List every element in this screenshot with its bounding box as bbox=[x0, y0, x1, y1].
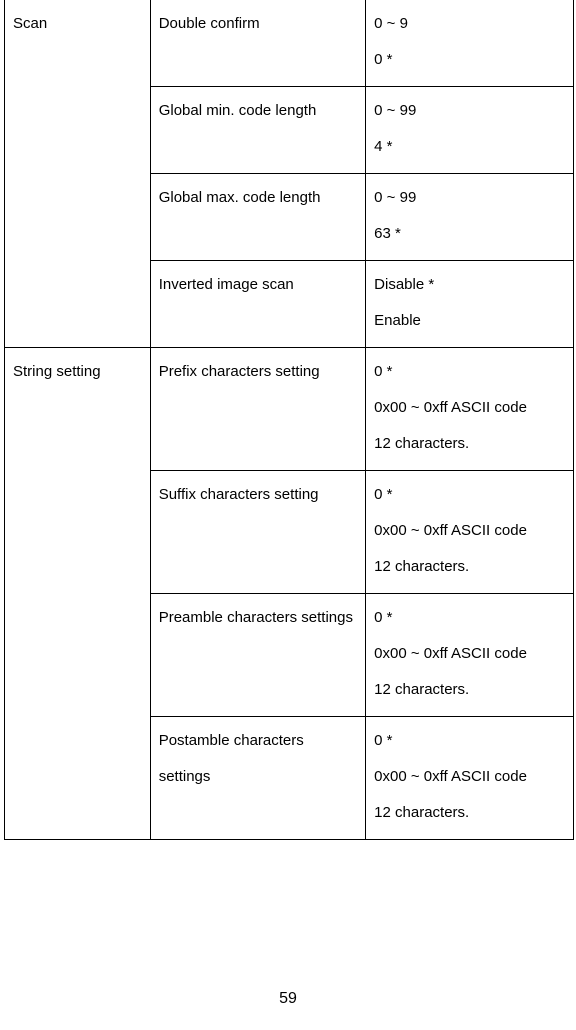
parameter-label: Suffix characters setting bbox=[159, 486, 319, 503]
category-label: Scan bbox=[13, 15, 47, 32]
option-value: 0 * bbox=[374, 354, 565, 390]
option-value: 12 characters. bbox=[374, 795, 565, 831]
parameter-label: Postamble characters settings bbox=[159, 732, 304, 785]
option-value: 0 ~ 99 bbox=[374, 93, 565, 129]
parameter-cell: Global min. code length bbox=[150, 87, 365, 174]
category-label: String setting bbox=[13, 363, 101, 380]
options-cell: Disable * Enable bbox=[366, 261, 574, 348]
parameter-cell: Inverted image scan bbox=[150, 261, 365, 348]
page-content: Scan Double confirm 0 ~ 9 0 * Global min… bbox=[0, 0, 576, 840]
options-cell: 0 * 0x00 ~ 0xff ASCII code 12 characters… bbox=[366, 717, 574, 840]
option-value: 4 * bbox=[374, 129, 565, 165]
settings-table: Scan Double confirm 0 ~ 9 0 * Global min… bbox=[4, 0, 574, 840]
option-value: 0 * bbox=[374, 42, 565, 78]
parameter-cell: Suffix characters setting bbox=[150, 471, 365, 594]
options-cell: 0 ~ 9 0 * bbox=[366, 0, 574, 87]
option-value: 0x00 ~ 0xff ASCII code bbox=[374, 390, 565, 426]
option-value: 12 characters. bbox=[374, 672, 565, 708]
option-value: 0 ~ 99 bbox=[374, 180, 565, 216]
parameter-cell: Prefix characters setting bbox=[150, 348, 365, 471]
category-cell: Scan bbox=[5, 0, 151, 348]
option-value: 12 characters. bbox=[374, 426, 565, 462]
parameter-cell: Double confirm bbox=[150, 0, 365, 87]
option-value: 0 * bbox=[374, 477, 565, 513]
option-value: 0x00 ~ 0xff ASCII code bbox=[374, 759, 565, 795]
parameter-label: Global max. code length bbox=[159, 189, 321, 206]
parameter-cell: Postamble characters settings bbox=[150, 717, 365, 840]
options-cell: 0 ~ 99 4 * bbox=[366, 87, 574, 174]
parameter-label: Inverted image scan bbox=[159, 276, 294, 293]
option-value: 63 * bbox=[374, 216, 565, 252]
parameter-cell: Preamble characters settings bbox=[150, 594, 365, 717]
parameter-label: Double confirm bbox=[159, 15, 260, 32]
option-value: Enable bbox=[374, 303, 565, 339]
table-row: Scan Double confirm 0 ~ 9 0 * bbox=[5, 0, 574, 87]
option-value: 0x00 ~ 0xff ASCII code bbox=[374, 513, 565, 549]
option-value: Disable * bbox=[374, 267, 565, 303]
parameter-label: Prefix characters setting bbox=[159, 363, 320, 380]
parameter-label: Global min. code length bbox=[159, 102, 317, 119]
options-cell: 0 * 0x00 ~ 0xff ASCII code 12 characters… bbox=[366, 594, 574, 717]
option-value: 0 ~ 9 bbox=[374, 6, 565, 42]
options-cell: 0 * 0x00 ~ 0xff ASCII code 12 characters… bbox=[366, 348, 574, 471]
option-value: 0 * bbox=[374, 723, 565, 759]
parameter-label: Preamble characters settings bbox=[159, 609, 353, 626]
option-value: 0x00 ~ 0xff ASCII code bbox=[374, 636, 565, 672]
options-cell: 0 * 0x00 ~ 0xff ASCII code 12 characters… bbox=[366, 471, 574, 594]
page-number: 59 bbox=[0, 990, 576, 1008]
parameter-cell: Global max. code length bbox=[150, 174, 365, 261]
category-cell: String setting bbox=[5, 348, 151, 840]
options-cell: 0 ~ 99 63 * bbox=[366, 174, 574, 261]
option-value: 0 * bbox=[374, 600, 565, 636]
option-value: 12 characters. bbox=[374, 549, 565, 585]
table-row: String setting Prefix characters setting… bbox=[5, 348, 574, 471]
